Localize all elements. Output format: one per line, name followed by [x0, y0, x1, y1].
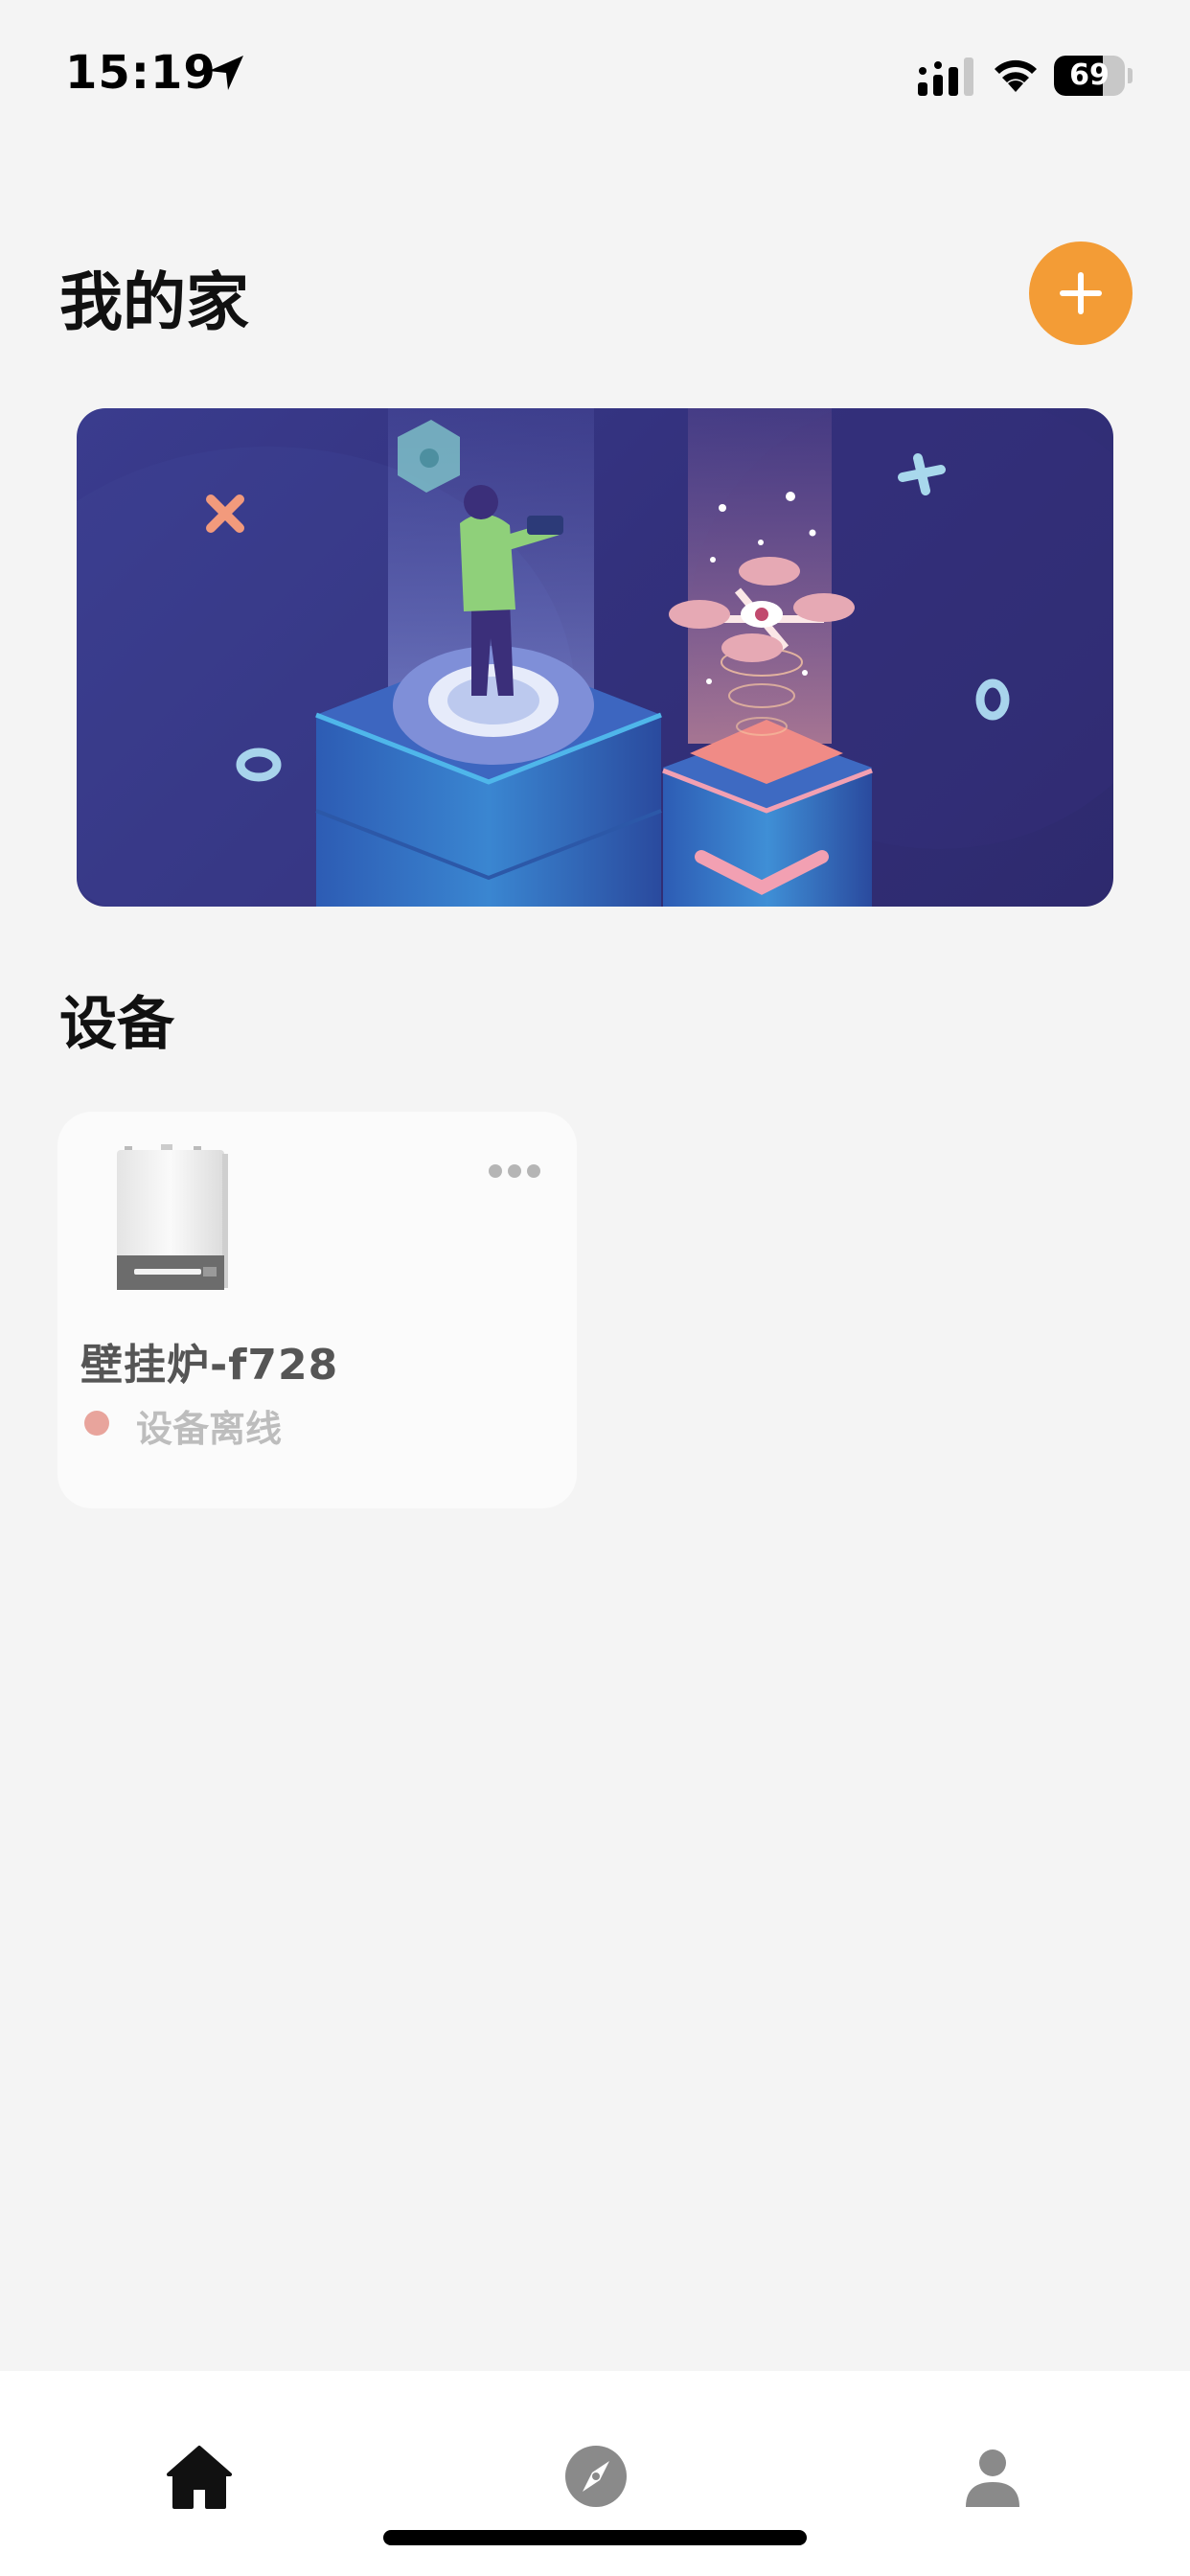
- status-time: 15:19: [65, 46, 217, 100]
- battery-level: 69: [1069, 58, 1110, 92]
- device-status: 设备离线: [136, 1408, 283, 1450]
- status-bar: 15:19 69: [0, 0, 1190, 144]
- devices-section-title: 设备: [59, 991, 174, 1058]
- add-device-button[interactable]: [1029, 242, 1133, 345]
- location-arrow-icon: [209, 56, 243, 90]
- device-card[interactable]: 壁挂炉-f728 设备离线: [57, 1112, 577, 1508]
- more-dots-icon[interactable]: [489, 1163, 548, 1186]
- signal-icon: [918, 58, 973, 96]
- battery-icon: 69: [1054, 56, 1133, 96]
- page-title: 我的家: [59, 265, 249, 339]
- device-name: 壁挂炉-f728: [80, 1341, 339, 1390]
- compass-icon[interactable]: [558, 2438, 634, 2515]
- isometric-person-with-drone-illustration: [77, 408, 1113, 907]
- wall-boiler-image: [117, 1144, 228, 1290]
- home-banner[interactable]: [77, 408, 1113, 907]
- home-indicator: [383, 2530, 807, 2545]
- wifi-icon: [995, 59, 1037, 92]
- home-icon[interactable]: [161, 2438, 238, 2515]
- person-icon[interactable]: [954, 2438, 1031, 2515]
- offline-status-dot: [84, 1411, 109, 1436]
